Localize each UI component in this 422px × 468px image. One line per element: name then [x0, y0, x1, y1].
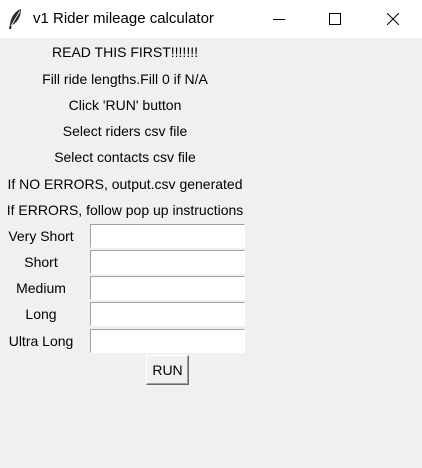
minimize-icon	[273, 19, 285, 20]
close-button[interactable]	[370, 0, 416, 38]
maximize-button[interactable]	[312, 0, 358, 38]
run-button[interactable]: RUN	[146, 355, 189, 385]
minimize-button[interactable]	[256, 0, 302, 38]
medium-label: Medium	[16, 280, 66, 296]
instruction-fill-lengths: Fill ride lengths.Fill 0 if N/A	[42, 71, 208, 87]
very-short-label: Very Short	[8, 228, 74, 244]
instruction-read-first: READ THIS FIRST!!!!!!!	[52, 44, 198, 60]
instruction-no-errors: If NO ERRORS, output.csv generated	[7, 176, 243, 192]
window-title: v1 Rider mileage calculator	[33, 10, 214, 27]
very-short-input[interactable]	[90, 224, 245, 248]
short-label: Short	[24, 254, 58, 270]
long-input[interactable]	[90, 302, 245, 326]
feather-icon	[9, 9, 21, 29]
ultra-long-input[interactable]	[90, 329, 245, 353]
long-label: Long	[25, 306, 57, 322]
maximize-icon	[329, 13, 341, 25]
instruction-errors: If ERRORS, follow pop up instructions	[6, 202, 244, 218]
title-bar[interactable]: v1 Rider mileage calculator	[0, 0, 422, 38]
medium-input[interactable]	[90, 276, 245, 300]
close-icon	[387, 13, 399, 25]
instruction-select-riders: Select riders csv file	[62, 123, 188, 139]
short-input[interactable]	[90, 250, 245, 274]
ultra-long-label: Ultra Long	[8, 333, 74, 349]
instruction-click-run: Click 'RUN' button	[68, 97, 182, 113]
instruction-select-contacts: Select contacts csv file	[54, 149, 196, 165]
